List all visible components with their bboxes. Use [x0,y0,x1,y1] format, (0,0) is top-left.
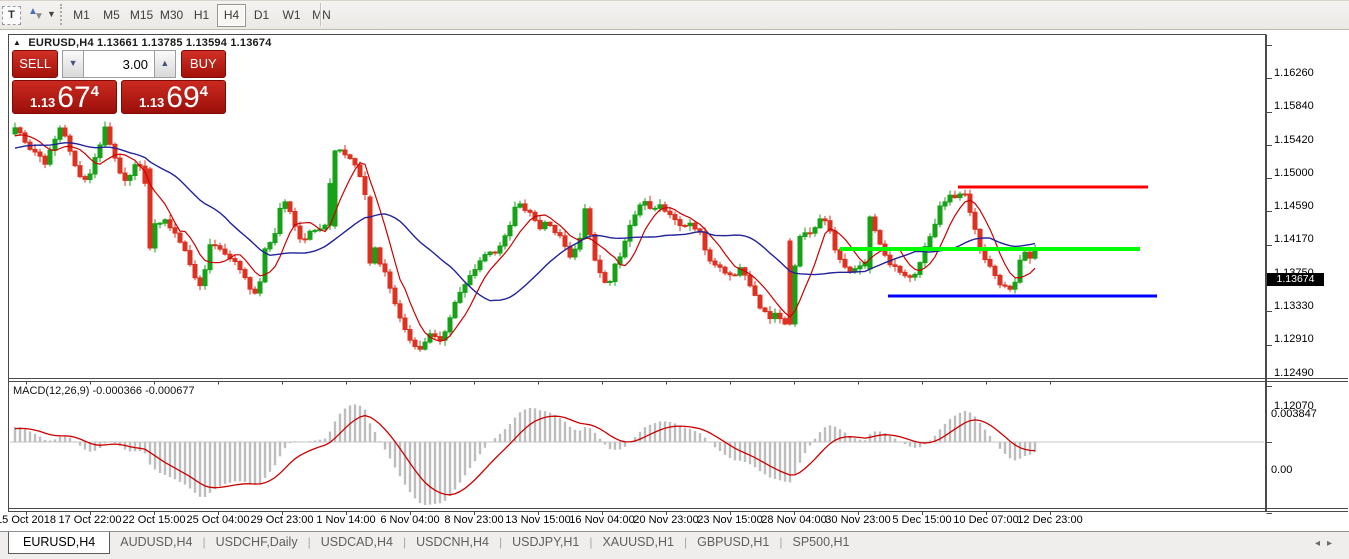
sell-price-pip: 4 [90,83,100,100]
chart-tab-usdchf-daily[interactable]: USDCHF,Daily [206,532,308,553]
time-axis-label: 6 Nov 04:00 [380,514,440,526]
timeframe-button-m15[interactable]: M15 [127,4,156,27]
toolbar: T ▲ ▼ ▼ M1 M5 M15 M30 H1 H4 D1 W1 MN [0,1,1349,30]
sell-button[interactable]: SELL [12,50,59,78]
buy-price-button[interactable]: 1.13 69 4 [121,80,226,114]
macd-value2: -0.000677 [145,385,195,397]
price-axis-label: 1.15000 [1274,167,1314,179]
time-axis-label: 5 Dec 15:00 [892,514,952,526]
chart-symbol: EURUSD,H4 [28,37,94,49]
time-axis-label: 23 Nov 15:00 [697,514,763,526]
time-axis-label: 30 Nov 23:00 [825,514,891,526]
cursor-arrows-icon[interactable]: ▲ ▼ [27,6,45,23]
macd-axis-label: 0.00 [1271,464,1293,476]
tab-scroll-right-icon[interactable]: ▸ [1327,538,1339,549]
sell-price-main: 67 [57,81,91,114]
chart-header: ▲ EURUSD,H4 1.13661 1.13785 1.13594 1.13… [13,37,272,49]
price-axis-label: 1.12490 [1274,367,1314,379]
timeframe-button-h4[interactable]: H4 [217,4,246,27]
time-axis-label: 10 Dec 07:00 [953,514,1019,526]
macd-value1: -0.000366 [92,385,143,397]
volume-input[interactable] [83,50,154,78]
macd-axis-label: 0.003847 [1271,408,1317,420]
text-label-tool-icon[interactable]: T [2,6,21,25]
one-click-trading-panel: SELL ▼ ▲ BUY 1.13 67 4 1.13 69 4 [12,50,226,114]
timeframe-button-m1[interactable]: M1 [67,4,96,27]
timeframe-button-h1[interactable]: H1 [187,4,216,27]
chart-tab-eurusd-h4[interactable]: EURUSD,H4 [8,532,111,554]
timeframe-button-m5[interactable]: M5 [97,4,126,27]
mt4-window: T ▲ ▼ ▼ M1 M5 M15 M30 H1 H4 D1 W1 MN ▲ EURUSD,H4… [0,0,1349,559]
timeframe-buttons: M1 M5 M15 M30 H1 H4 D1 W1 MN [67,4,337,27]
chart-tab-usdcad-h4[interactable]: USDCAD,H4 [311,532,403,553]
current-price-tag: 1.13674 [1267,273,1324,286]
chart-tab-gbpusd-h1[interactable]: GBPUSD,H1 [687,532,779,553]
sell-price-prefix: 1.13 [29,95,56,110]
time-axis-label: 22 Oct 15:00 [122,514,186,526]
time-axis-label: 17 Oct 22:00 [58,514,122,526]
time-axis-label: 12 Dec 23:00 [1017,514,1083,526]
chart-tab-bar: EURUSD,H4 AUDUSD,H4 | USDCHF,Daily | USDCAD,H… [0,531,1349,559]
time-axis-label: 8 Nov 23:00 [444,514,504,526]
timeframe-button-m30[interactable]: M30 [157,4,186,27]
ohlc-low: 1.13594 [185,37,228,49]
price-axis-label: 1.15420 [1274,134,1314,146]
tab-scroll-arrows[interactable]: ◂▸ [1315,538,1339,549]
time-axis-label: 29 Oct 23:00 [250,514,314,526]
toolbar-separator [320,3,322,26]
macd-indicator-label: MACD(12,26,9) -0.000366 -0.000677 [13,385,195,397]
time-axis-label: 15 Oct 2018 [0,514,56,526]
buy-price-pip: 4 [199,83,209,100]
price-axis-label: 1.15840 [1274,100,1314,112]
timeframe-button-w1[interactable]: W1 [277,4,306,27]
price-axis-label: 1.12910 [1274,333,1314,345]
price-axis-label: 1.14590 [1274,200,1314,212]
time-axis-label: 20 Nov 23:00 [633,514,699,526]
price-axis-label: 1.16260 [1274,67,1314,79]
sell-price-button[interactable]: 1.13 67 4 [12,80,117,114]
ohlc-open: 1.13661 [97,37,139,49]
buy-button[interactable]: BUY [180,50,226,78]
buy-price-prefix: 1.13 [138,95,165,110]
price-axis-label: 1.13330 [1274,300,1314,312]
chart-tab-usdjpy-h1[interactable]: USDJPY,H1 [502,532,589,553]
chart-tab-audusd-h4[interactable]: AUDUSD,H4 [110,532,202,553]
chart-tab-xauusd-h1[interactable]: XAUUSD,H1 [592,532,684,553]
time-axis-label: 16 Nov 04:00 [569,514,635,526]
time-axis-label: 25 Oct 04:00 [186,514,250,526]
timeframe-button-d1[interactable]: D1 [247,4,276,27]
toolbar-grip[interactable] [60,4,62,25]
time-axis-label: 1 Nov 14:00 [316,514,376,526]
volume-decrease-button[interactable]: ▼ [62,50,84,78]
chart-tab-usdcnh-h4[interactable]: USDCNH,H4 [406,532,499,553]
arrow-down-icon: ▼ [34,11,44,22]
candles-layer [12,121,1038,352]
volume-increase-button[interactable]: ▲ [153,50,176,78]
time-axis-label: 28 Nov 04:00 [761,514,827,526]
tab-scroll-left-icon[interactable]: ◂ [1315,538,1327,549]
buy-price-main: 69 [166,81,200,114]
tool-dropdown-caret-icon[interactable]: ▼ [47,9,56,19]
macd-name: MACD(12,26,9) [13,385,90,397]
macd-histogram [13,404,1037,505]
one-click-toggle-icon[interactable]: ▲ [13,38,21,47]
time-axis-label: 13 Nov 15:00 [505,514,571,526]
ohlc-close: 1.13674 [230,37,272,49]
chart-tab-sp500-h1[interactable]: SP500,H1 [782,532,859,553]
price-axis-label: 1.14170 [1274,233,1314,245]
ohlc-high: 1.13785 [141,37,183,49]
